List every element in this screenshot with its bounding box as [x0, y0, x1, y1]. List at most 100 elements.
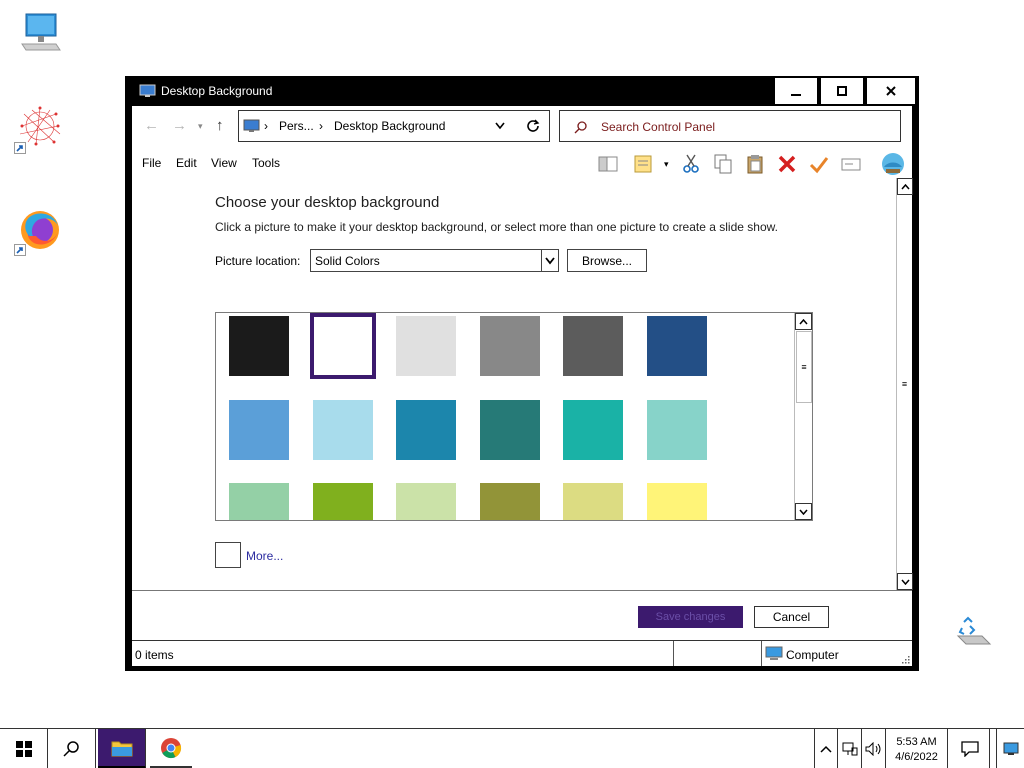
navigation-bar: ← → ▾ ↑ › Pers... › Desktop Background S…: [132, 106, 912, 148]
forward-arrow-icon[interactable]: →: [172, 117, 187, 134]
firefox-desktop-icon[interactable]: [14, 206, 64, 256]
search-placeholder: Search Control Panel: [601, 120, 716, 134]
refresh-icon[interactable]: [527, 119, 540, 132]
rename-icon[interactable]: [840, 153, 862, 175]
paste-icon[interactable]: [744, 153, 766, 175]
main-scrollbar[interactable]: ≡: [896, 178, 913, 590]
color-swatch[interactable]: [229, 316, 289, 376]
address-dropdown-chevron-icon[interactable]: [495, 122, 505, 130]
menu-tools[interactable]: Tools: [252, 156, 280, 170]
cancel-button[interactable]: Cancel: [754, 606, 829, 628]
main-content: Choose your desktop background Click a p…: [132, 178, 896, 666]
more-colors-swatch[interactable]: [215, 542, 241, 568]
breadcrumb-personalization[interactable]: Pers...: [279, 119, 314, 133]
color-swatch[interactable]: [229, 483, 289, 520]
personalize-icon[interactable]: [880, 151, 906, 177]
up-arrow-icon[interactable]: ↑: [216, 117, 224, 134]
shortcut-arrow-icon: [14, 244, 26, 256]
picture-location-value: Solid Colors: [315, 254, 380, 268]
back-arrow-icon[interactable]: ←: [144, 117, 159, 134]
show-hidden-icons-button[interactable]: [814, 729, 838, 768]
color-swatch[interactable]: [563, 400, 623, 460]
breadcrumb-current[interactable]: Desktop Background: [334, 119, 445, 133]
maximize-button[interactable]: [820, 77, 864, 105]
menu-file[interactable]: File: [142, 156, 161, 170]
chrome-taskbar-button[interactable]: [150, 729, 192, 768]
color-swatch[interactable]: [313, 400, 373, 460]
chevron-down-icon[interactable]: [541, 250, 558, 271]
color-swatch[interactable]: [229, 400, 289, 460]
color-swatch[interactable]: [396, 483, 456, 520]
menu-edit[interactable]: Edit: [176, 156, 197, 170]
menu-view[interactable]: View: [211, 156, 237, 170]
status-bar: 0 items Computer: [132, 640, 912, 666]
title-bar[interactable]: Desktop Background: [125, 76, 919, 106]
network-graph-desktop-icon[interactable]: [14, 104, 64, 154]
scroll-down-button[interactable]: [795, 503, 812, 520]
page-description: Click a picture to make it your desktop …: [215, 220, 778, 234]
gallery-scrollbar[interactable]: ≡: [794, 313, 812, 520]
address-bar[interactable]: › Pers... › Desktop Background: [238, 110, 550, 142]
show-desktop-button[interactable]: [996, 729, 1024, 768]
footer-divider: [132, 590, 912, 591]
resize-grip-icon[interactable]: [902, 656, 910, 664]
color-swatch[interactable]: [563, 316, 623, 376]
close-icon: [886, 86, 896, 96]
color-swatch[interactable]: [647, 483, 707, 520]
scroll-up-button[interactable]: [795, 313, 812, 330]
status-location: Computer: [786, 648, 839, 662]
checkmark-icon[interactable]: [808, 153, 830, 175]
volume-tray-button[interactable]: [862, 729, 886, 768]
file-explorer-taskbar-button[interactable]: [98, 729, 146, 768]
more-colors-link[interactable]: More...: [246, 549, 283, 563]
color-swatch[interactable]: [396, 400, 456, 460]
color-swatch[interactable]: [480, 483, 540, 520]
color-swatch[interactable]: [563, 483, 623, 520]
preview-pane-icon[interactable]: [597, 153, 619, 175]
network-tray-button[interactable]: [838, 729, 862, 768]
properties-dropdown-icon[interactable]: ▾: [664, 159, 669, 170]
status-divider: [673, 641, 674, 666]
copy-icon[interactable]: [712, 153, 734, 175]
cut-icon[interactable]: [680, 153, 702, 175]
start-button[interactable]: [0, 729, 48, 768]
maximize-icon: [837, 86, 847, 96]
windows-logo-icon: [15, 741, 32, 757]
clock-button[interactable]: 5:53 AM 4/6/2022: [886, 729, 948, 768]
action-center-button[interactable]: [950, 729, 990, 768]
window-client-area: ← → ▾ ↑ › Pers... › Desktop Background S…: [132, 106, 913, 666]
color-swatch[interactable]: [310, 313, 376, 379]
delete-icon[interactable]: [776, 153, 798, 175]
color-swatch[interactable]: [480, 316, 540, 376]
browse-button[interactable]: Browse...: [567, 249, 647, 272]
search-taskbar-button[interactable]: [48, 729, 96, 768]
control-panel-icon: [243, 119, 260, 132]
picture-location-select[interactable]: Solid Colors: [310, 249, 559, 272]
minimize-button[interactable]: [774, 77, 818, 105]
color-swatch[interactable]: [647, 400, 707, 460]
main-scroll-down-button[interactable]: [897, 573, 913, 590]
color-swatch[interactable]: [480, 400, 540, 460]
shortcut-arrow-icon: [14, 142, 26, 154]
main-scroll-thumb[interactable]: ≡: [897, 196, 912, 572]
this-pc-desktop-icon[interactable]: [16, 8, 64, 56]
status-item-count: 0 items: [135, 648, 174, 662]
recycle-bin-desktop-icon[interactable]: [952, 614, 992, 654]
menu-bar: File Edit View Tools ▾: [132, 148, 912, 178]
window-title: Desktop Background: [161, 84, 273, 98]
main-scroll-up-button[interactable]: [897, 178, 913, 195]
chevron-up-icon: [820, 745, 832, 753]
color-swatch[interactable]: [647, 316, 707, 376]
minimize-icon: [791, 94, 801, 96]
color-swatch[interactable]: [313, 483, 373, 520]
properties-icon[interactable]: [632, 153, 654, 175]
gallery-scroll-thumb[interactable]: ≡: [796, 331, 812, 403]
close-button[interactable]: [866, 77, 916, 105]
folder-icon: [111, 741, 132, 756]
search-box[interactable]: Search Control Panel: [559, 110, 901, 142]
recent-locations-chevron-icon[interactable]: ▾: [198, 121, 203, 132]
clock-time: 5:53 AM: [896, 735, 937, 748]
page-title: Choose your desktop background: [215, 194, 440, 211]
color-swatch[interactable]: [396, 316, 456, 376]
save-changes-button[interactable]: Save changes: [638, 606, 743, 628]
